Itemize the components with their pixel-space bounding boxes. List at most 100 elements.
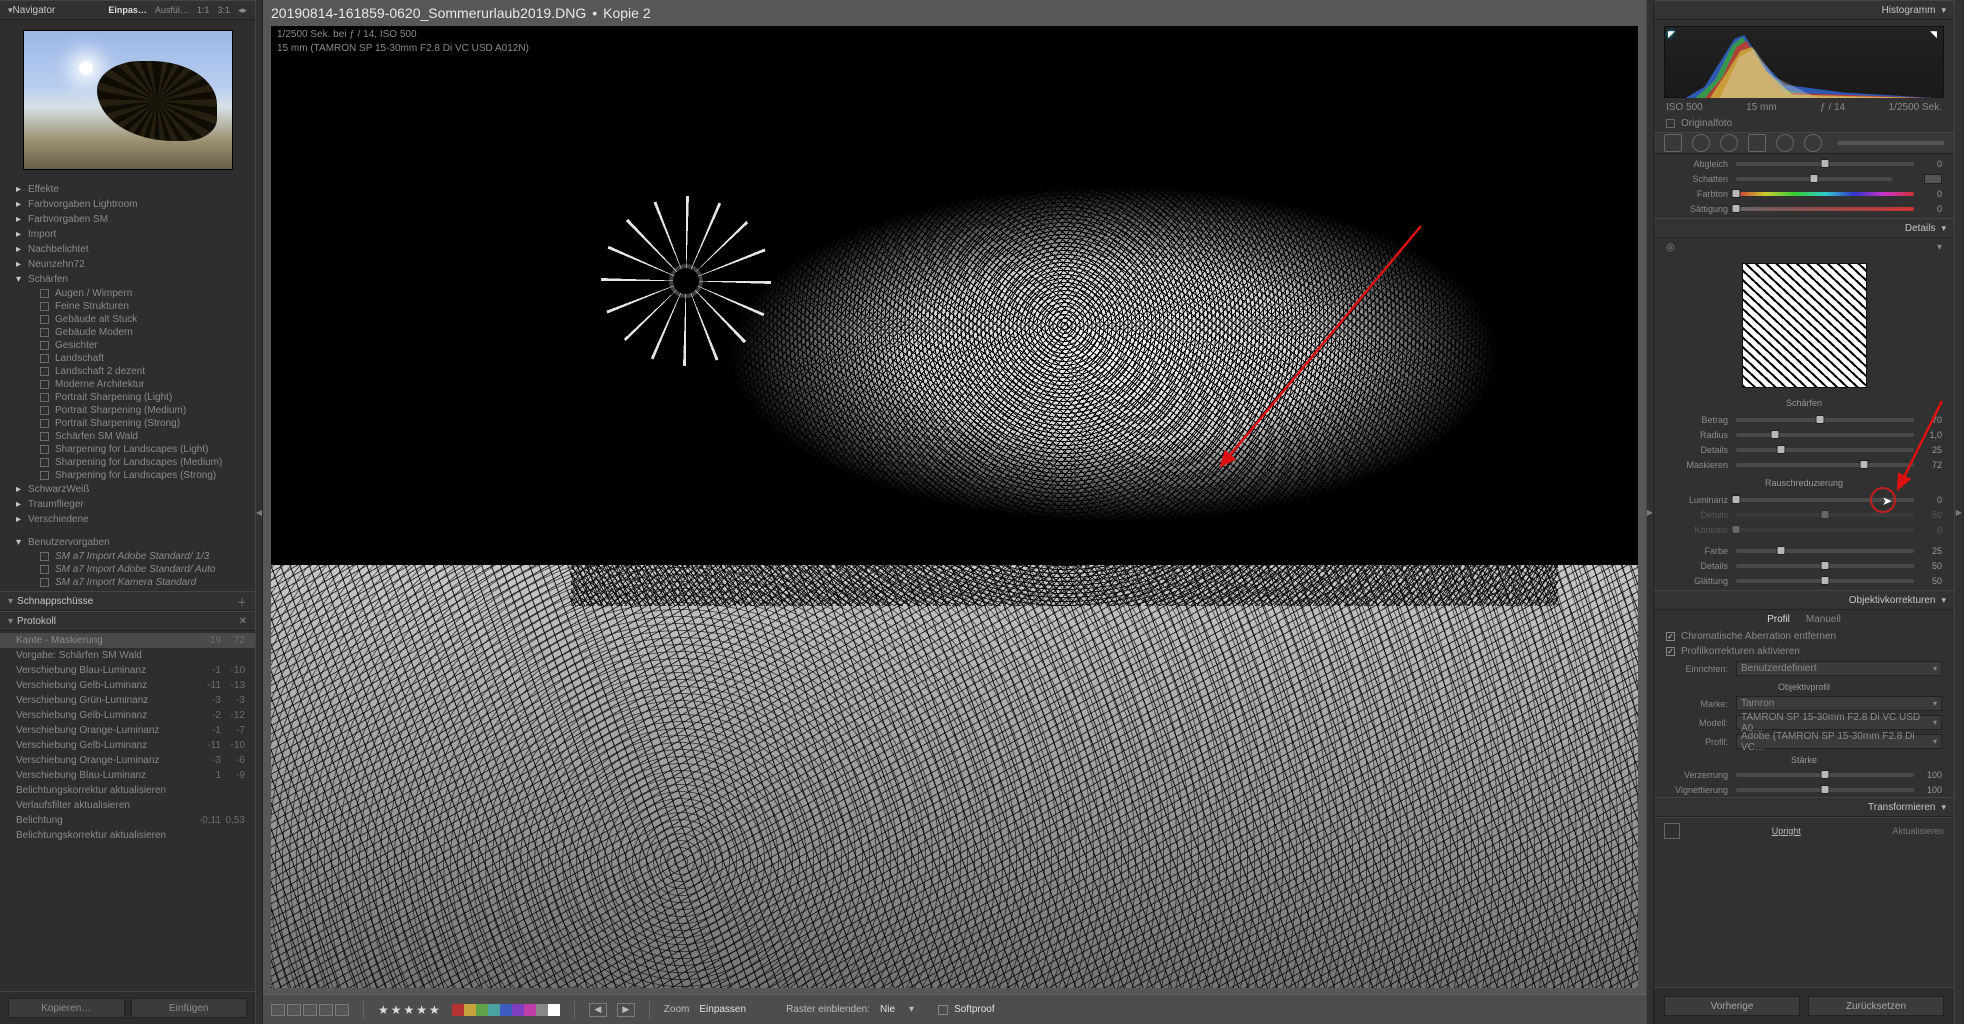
nav-3-1[interactable]: 3:1: [217, 5, 230, 15]
tab-manuell[interactable]: Manuell: [1806, 614, 1841, 625]
preset-group[interactable]: Farbvorgaben SM: [0, 212, 255, 227]
clear-history-icon[interactable]: ✕: [239, 616, 247, 627]
softproof-toggle[interactable]: Softproof: [938, 1004, 995, 1015]
preset-group-scharfen[interactable]: Schärfen: [0, 272, 255, 287]
user-preset-item[interactable]: SM a7 Import Kamera Standard: [0, 576, 255, 589]
redeye-tool-icon[interactable]: [1720, 134, 1738, 152]
gradient-tool-icon[interactable]: [1748, 134, 1766, 152]
verzerrung-slider[interactable]: Verzerrung100: [1654, 767, 1954, 782]
loupe-view[interactable]: 1/2500 Sek. bei ƒ / 14, ISO 500 15 mm (T…: [271, 26, 1638, 988]
zoom-value[interactable]: Einpassen: [699, 1004, 746, 1015]
history-row[interactable]: Verlaufsfilter aktualisieren: [0, 798, 255, 813]
sattigung-slider[interactable]: Sättigung0: [1654, 201, 1954, 216]
color-label-swatch[interactable]: [452, 1004, 464, 1016]
next-photo-button[interactable]: ▶: [617, 1003, 635, 1017]
history-row[interactable]: Verschiebung Orange-Luminanz-1-7: [0, 723, 255, 738]
detail-preview[interactable]: [1742, 263, 1867, 388]
reset-button[interactable]: Zurücksetzen: [1808, 996, 1944, 1016]
preset-item[interactable]: Sharpening for Landscapes (Medium): [0, 456, 255, 469]
lens-model-dropdown[interactable]: Modell:TAMRON SP 15-30mm F2.8 Di VC USD …: [1654, 713, 1954, 732]
detail-disclosure-icon[interactable]: ▾: [1937, 242, 1942, 253]
kontrast-slider[interactable]: Kontrast0: [1654, 522, 1954, 537]
original-photo-toggle[interactable]: Originalfoto: [1654, 115, 1954, 132]
history-row[interactable]: Verschiebung Gelb-Luminanz-11-10: [0, 738, 255, 753]
preset-item[interactable]: Gebäude alt Stuck: [0, 313, 255, 326]
color-label-swatch[interactable]: [500, 1004, 512, 1016]
preset-item[interactable]: Sharpening for Landscapes (Strong): [0, 469, 255, 482]
tool-size-slider[interactable]: [1838, 141, 1944, 145]
color-labels[interactable]: [452, 1004, 560, 1016]
vignettierung-slider[interactable]: Vignettierung100: [1654, 782, 1954, 797]
histogram[interactable]: ◤ ◥: [1664, 26, 1944, 98]
compare-split-icon[interactable]: [319, 1004, 333, 1016]
history-row[interactable]: Belichtungskorrektur aktualisieren: [0, 783, 255, 798]
farbe-slider[interactable]: Farbe25: [1654, 543, 1954, 558]
nav-fill[interactable]: Ausfül…: [155, 5, 189, 15]
history-row[interactable]: Verschiebung Gelb-Luminanz-11-13: [0, 678, 255, 693]
preset-group[interactable]: Effekte: [0, 182, 255, 197]
previous-button[interactable]: Vorherige: [1664, 996, 1800, 1016]
detail-target-icon[interactable]: ◎: [1666, 242, 1675, 253]
navigator-header[interactable]: ▾ Navigator Einpas… Ausfül… 1:1 3:1 ◂▸: [0, 0, 255, 20]
history-row[interactable]: Belichtung-0,110,53: [0, 813, 255, 828]
color-label-swatch[interactable]: [524, 1004, 536, 1016]
wb-abgleich-slider[interactable]: Abgleich0: [1654, 156, 1954, 171]
preset-group[interactable]: Import: [0, 227, 255, 242]
history-row[interactable]: Verschiebung Blau-Luminanz-1-10: [0, 663, 255, 678]
preset-item[interactable]: Portrait Sharpening (Strong): [0, 417, 255, 430]
grid-value[interactable]: Nie: [880, 1004, 895, 1015]
history-row[interactable]: Verschiebung Orange-Luminanz-3-6: [0, 753, 255, 768]
color-label-swatch[interactable]: [548, 1004, 560, 1016]
history-row[interactable]: Verschiebung Grün-Luminanz-3-3: [0, 693, 255, 708]
tab-profil[interactable]: Profil: [1767, 614, 1790, 625]
nav-1-1[interactable]: 1:1: [197, 5, 210, 15]
add-snapshot-icon[interactable]: ＋: [237, 594, 247, 609]
loupe-view-icon[interactable]: [271, 1004, 285, 1016]
preset-group[interactable]: Traumflieger: [0, 497, 255, 512]
user-preset-item[interactable]: SM a7 Import Adobe Standard/ 1/3: [0, 550, 255, 563]
history-row[interactable]: Kante - Maskierung-1972: [0, 633, 255, 648]
lens-header[interactable]: Objektivkorrekturen ▾: [1654, 590, 1954, 610]
details-farbe-slider[interactable]: Details50: [1654, 558, 1954, 573]
betrag-slider[interactable]: Betrag70: [1654, 412, 1954, 427]
lens-make-dropdown[interactable]: Marke:Tamron▾: [1654, 694, 1954, 713]
paste-settings-button[interactable]: Einfügen: [131, 998, 248, 1018]
upright-label[interactable]: Upright: [1688, 826, 1884, 836]
maskieren-slider[interactable]: Maskieren72: [1654, 457, 1954, 472]
color-label-swatch[interactable]: [488, 1004, 500, 1016]
radial-tool-icon[interactable]: [1776, 134, 1794, 152]
before-after-tb-icon[interactable]: [303, 1004, 317, 1016]
color-label-swatch[interactable]: [512, 1004, 524, 1016]
lens-profile-dropdown[interactable]: Profil:Adobe (TAMRON SP 15-30mm F2.8 Di …: [1654, 732, 1954, 751]
user-preset-item[interactable]: SM a7 Import Adobe Standard/ Auto: [0, 563, 255, 576]
preset-group[interactable]: SchwarzWeiß: [0, 482, 255, 497]
enable-profile-checkbox[interactable]: ✓Profilkorrekturen aktivieren: [1654, 644, 1954, 659]
navigator-thumbnail[interactable]: [0, 20, 255, 180]
history-header[interactable]: ▾ Protokoll ✕: [0, 611, 255, 631]
far-right-gutter[interactable]: ▶: [1954, 0, 1964, 1024]
before-after-lr-icon[interactable]: [287, 1004, 301, 1016]
preset-item[interactable]: Portrait Sharpening (Medium): [0, 404, 255, 417]
farbton-slider[interactable]: Farbton0: [1654, 186, 1954, 201]
preset-group[interactable]: Farbvorgaben Lightroom: [0, 197, 255, 212]
setup-dropdown[interactable]: Einrichten:Benutzerdefiniert▾: [1654, 659, 1954, 678]
details-header[interactable]: Details ▾: [1654, 218, 1954, 238]
nav-fit[interactable]: Einpas…: [108, 5, 147, 15]
details-sharpen-slider[interactable]: Details25: [1654, 442, 1954, 457]
preset-item[interactable]: Portrait Sharpening (Light): [0, 391, 255, 404]
user-presets-group[interactable]: Benutzervorgaben: [0, 535, 255, 550]
radius-slider[interactable]: Radius1,0: [1654, 427, 1954, 442]
preset-item[interactable]: Schärfen SM Wald: [0, 430, 255, 443]
color-label-swatch[interactable]: [536, 1004, 548, 1016]
survey-icon[interactable]: [335, 1004, 349, 1016]
history-row[interactable]: Belichtungskorrektur aktualisieren: [0, 828, 255, 843]
preset-item[interactable]: Gesichter: [0, 339, 255, 352]
schatten-slider[interactable]: Schatten: [1654, 171, 1954, 186]
prev-photo-button[interactable]: ◀: [589, 1003, 607, 1017]
history-row[interactable]: Vorgabe: Schärfen SM Wald: [0, 648, 255, 663]
preset-group[interactable]: Nachbelichtet: [0, 242, 255, 257]
preset-item[interactable]: Gebäude Modern: [0, 326, 255, 339]
preset-item[interactable]: Landschaft 2 dezent: [0, 365, 255, 378]
spot-tool-icon[interactable]: [1692, 134, 1710, 152]
copy-settings-button[interactable]: Kopieren…: [8, 998, 125, 1018]
